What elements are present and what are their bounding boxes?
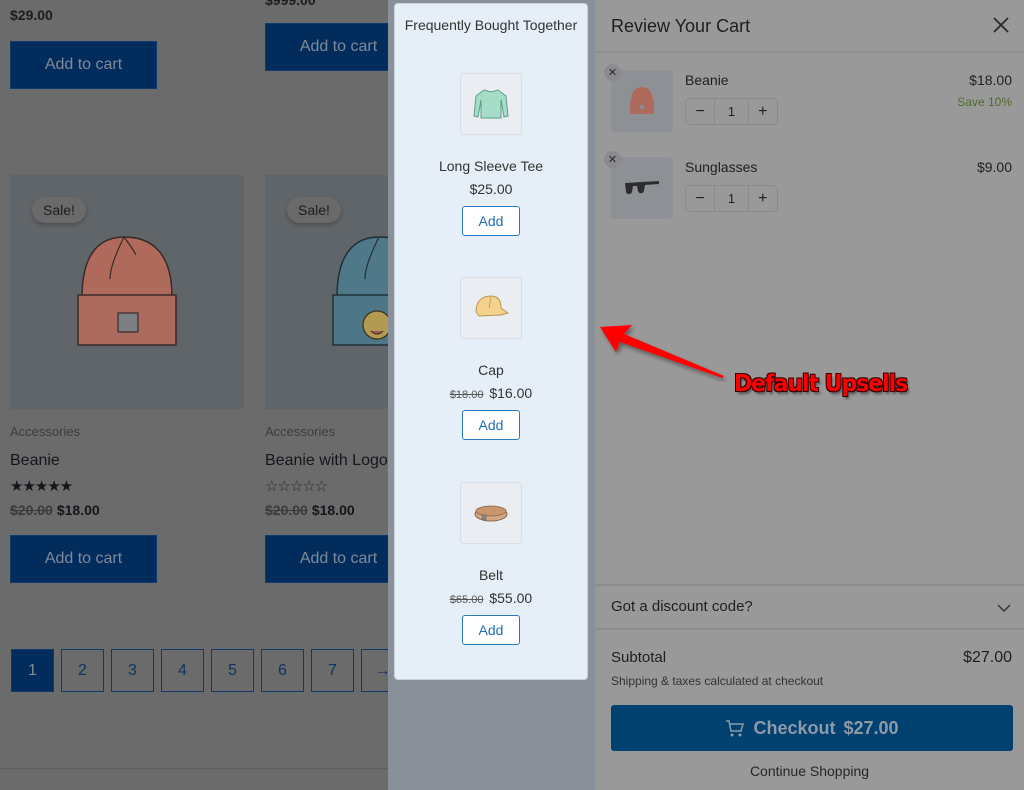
upsell-thumbnail[interactable] (460, 73, 522, 135)
upsell-sale-price: $16.00 (489, 385, 533, 401)
product-image-beanie[interactable]: Sale! (10, 175, 244, 409)
sale-price: $18.00 (311, 502, 355, 518)
cart-item: ✕ Sunglasses $9.00 − 1 + (595, 151, 1024, 221)
product-price: $29.00 (10, 7, 53, 23)
remove-item-button[interactable]: ✕ (604, 64, 621, 81)
product-name[interactable]: Beanie (10, 452, 60, 470)
upsell-name: Cap (478, 362, 504, 378)
cart-item: ✕ Beanie $18.00 Save 10% − 1 + (595, 64, 1024, 134)
cart-header: Review Your Cart (595, 0, 1024, 53)
upsell-price: $25.00 (395, 181, 587, 197)
quantity-value[interactable]: 1 (714, 186, 749, 211)
upsell-thumbnail[interactable] (460, 277, 522, 339)
product-price: $20.00 $18.00 (10, 502, 100, 518)
upsell-name: Belt (478, 567, 504, 583)
upsell-sale-price: $55.00 (489, 590, 533, 606)
continue-shopping-link[interactable]: Continue Shopping (595, 763, 1024, 779)
annotation-arrow-icon (600, 325, 724, 378)
sale-badge: Sale! (32, 197, 86, 223)
product-category: Accessories (265, 424, 336, 439)
subtotal-value: $27.00 (963, 649, 1012, 666)
upsell-price: $65.00 $55.00 (395, 590, 587, 606)
page-button-2[interactable]: 2 (61, 649, 104, 692)
page-button-3[interactable]: 3 (111, 649, 154, 692)
sale-price: $18.00 (56, 502, 100, 518)
cart-item-name: Sunglasses (685, 159, 758, 175)
upsell-add-button[interactable]: Add (462, 206, 520, 236)
sale-badge: Sale! (287, 197, 341, 223)
beanie-icon (77, 236, 177, 346)
savings-note: Save 10% (957, 95, 1012, 109)
add-to-cart-button[interactable]: Add to cart (265, 535, 388, 583)
star-rating: ★★★★★ (10, 478, 73, 495)
shop-background: $999.00 $29.00 Add to cart Add to cart S… (0, 0, 388, 790)
divider (0, 768, 388, 769)
product-price: $20.00 $18.00 (265, 502, 355, 518)
beanie-with-logo-icon (332, 236, 388, 346)
sunglasses-icon (625, 181, 659, 195)
decrease-quantity-button[interactable]: − (686, 186, 714, 211)
old-price: $20.00 (10, 502, 53, 518)
annotation-label: Default Upsells (734, 371, 908, 397)
quantity-stepper: − 1 + (685, 98, 778, 125)
product-image-beanie-with-logo[interactable]: Sale! (265, 175, 388, 409)
decrease-quantity-button[interactable]: − (686, 99, 714, 124)
upsell-old-price: $18.00 (449, 389, 484, 401)
beanie-icon (630, 87, 654, 114)
discount-label: Got a discount code? (611, 598, 753, 615)
subtotal-label: Subtotal (611, 649, 667, 666)
cap-icon (475, 295, 510, 317)
upsell-add-button[interactable]: Add (462, 615, 520, 645)
pagination: 1 2 3 4 5 6 7 → (11, 649, 388, 692)
upsell-name: Long Sleeve Tee (438, 158, 544, 174)
add-to-cart-button[interactable]: Add to cart (10, 41, 157, 89)
upsell-old-price: $65.00 (449, 594, 484, 606)
cart-item-name: Beanie (685, 72, 729, 88)
page-button-5[interactable]: 5 (211, 649, 254, 692)
upsell-item: Belt $65.00 $55.00 Add (395, 482, 587, 645)
product-price: $999.00 (265, 0, 316, 8)
quantity-value[interactable]: 1 (714, 99, 749, 124)
increase-quantity-button[interactable]: + (749, 99, 777, 124)
long-sleeve-tee-icon (473, 89, 509, 119)
page-button-4[interactable]: 4 (161, 649, 204, 692)
next-page-button[interactable]: → (361, 649, 388, 692)
upsell-sale-price: $25.00 (469, 181, 513, 197)
increase-quantity-button[interactable]: + (749, 186, 777, 211)
upsell-panel: Frequently Bought Together Long Sleeve T… (394, 3, 588, 680)
close-icon[interactable] (990, 14, 1012, 36)
page-button-1[interactable]: 1 (11, 649, 54, 692)
upsell-price: $18.00 $16.00 (395, 385, 587, 401)
product-name[interactable]: Beanie with Logo (265, 452, 388, 470)
chevron-down-icon (997, 604, 1011, 612)
cart-item-price: $18.00 (969, 72, 1012, 88)
belt-icon (474, 505, 508, 522)
page-button-7[interactable]: 7 (311, 649, 354, 692)
cart-item-price: $9.00 (976, 159, 1012, 175)
checkout-button[interactable]: Checkout $27.00 (611, 705, 1013, 751)
cart-icon (726, 720, 745, 737)
upsell-item: Long Sleeve Tee $25.00 Add (395, 73, 587, 236)
checkout-amount: $27.00 (843, 717, 899, 738)
star-rating: ☆☆☆☆☆ (265, 478, 328, 495)
product-category: Accessories (10, 424, 81, 439)
upsell-thumbnail[interactable] (460, 482, 522, 544)
upsell-title: Frequently Bought Together (404, 17, 578, 33)
remove-item-button[interactable]: ✕ (604, 151, 621, 168)
cart-item-thumbnail[interactable] (611, 157, 673, 219)
cart-title: Review Your Cart (611, 16, 751, 36)
upsell-add-button[interactable]: Add (462, 410, 520, 440)
add-to-cart-button[interactable]: Add to cart (265, 23, 388, 71)
add-to-cart-button[interactable]: Add to cart (10, 535, 157, 583)
shipping-note: Shipping & taxes calculated at checkout (611, 674, 824, 688)
old-price: $20.00 (265, 502, 308, 518)
quantity-stepper: − 1 + (685, 185, 778, 212)
discount-code-toggle[interactable]: Got a discount code? (595, 584, 1024, 630)
checkout-label: Checkout (753, 717, 836, 738)
upsell-column: Frequently Bought Together Long Sleeve T… (388, 0, 595, 790)
cart-item-thumbnail[interactable] (611, 70, 673, 132)
upsell-item: Cap $18.00 $16.00 Add (395, 277, 587, 440)
page-button-6[interactable]: 6 (261, 649, 304, 692)
